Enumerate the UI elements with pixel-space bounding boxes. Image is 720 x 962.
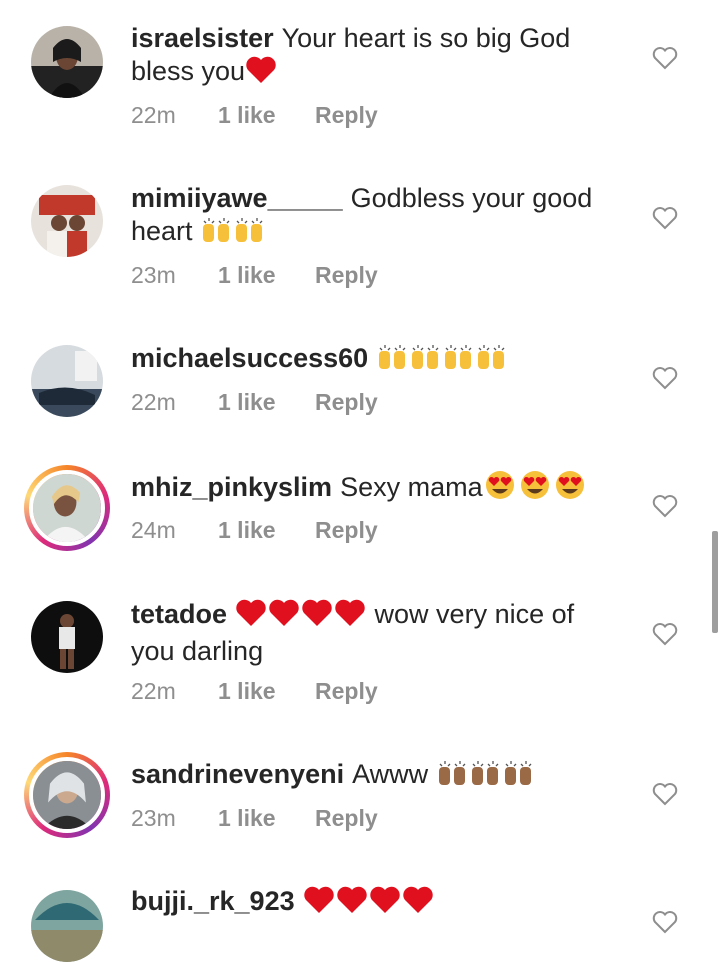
comment-likes[interactable]: 1 like [218,102,315,129]
comment-text: bujji._rk_923 [131,885,611,922]
avatar[interactable] [31,890,103,962]
comment-meta: 23m 1 like Reply [131,805,378,832]
avatar[interactable] [31,26,103,98]
comment-likes[interactable]: 1 like [218,805,315,832]
raising-hands-icon [409,343,441,379]
comment-text: mimiiyawe_____ Godbless your good heart [131,182,611,252]
red-heart-icon [369,886,401,922]
comment-time: 23m [131,262,176,288]
like-heart-icon[interactable] [652,206,678,230]
comment-meta: 22m 1 like Reply [131,102,378,129]
avatar [29,470,105,546]
red-heart-icon [402,886,434,922]
like-heart-icon[interactable] [652,782,678,806]
reply-button[interactable]: Reply [315,517,378,544]
raising-hands-brown-icon [469,759,501,795]
like-heart-icon[interactable] [652,494,678,518]
raising-hands-icon [200,216,232,252]
raising-hands-icon [475,343,507,379]
comment-text: michaelsuccess60 [131,342,611,379]
avatar[interactable] [31,185,103,257]
red-heart-icon [301,599,333,635]
like-heart-icon[interactable] [652,46,678,70]
reply-button[interactable]: Reply [315,262,378,289]
reply-button[interactable]: Reply [315,678,378,705]
comment-time: 22m [131,389,176,415]
reply-button[interactable]: Reply [315,805,378,832]
comment-time: 22m [131,102,176,128]
like-heart-icon[interactable] [652,622,678,646]
comment-username[interactable]: bujji._rk_923 [131,886,295,916]
red-heart-icon [303,886,335,922]
reply-button[interactable]: Reply [315,102,378,129]
comment-time: 22m [131,678,176,704]
comment-time: 23m [131,805,176,831]
comment-username[interactable]: michaelsuccess60 [131,343,368,373]
like-heart-icon[interactable] [652,366,678,390]
scrollbar[interactable] [712,531,718,633]
reply-button[interactable]: Reply [315,389,378,416]
comment-meta: 22m 1 like Reply [131,678,378,705]
comment-likes[interactable]: 1 like [218,389,315,416]
comment-text: tetadoe wow very nice of you darling [131,598,611,668]
red-heart-icon [235,599,267,635]
red-heart-icon [268,599,300,635]
comment-text: mhiz_pinkyslim Sexy mama [131,470,611,508]
comment-likes[interactable]: 1 like [218,678,315,705]
raising-hands-brown-icon [436,759,468,795]
comment-meta: 22m 1 like Reply [131,389,378,416]
red-heart-icon [336,886,368,922]
like-heart-icon[interactable] [652,910,678,934]
red-heart-icon [245,56,277,92]
heart-eyes-icon [553,470,587,508]
comment-username[interactable]: israelsister [131,23,274,53]
comment-text: sandrinevenyeni Awww [131,758,611,795]
comment-meta: 24m 1 like Reply [131,517,378,544]
comment-username[interactable]: mhiz_pinkyslim [131,472,332,502]
heart-eyes-icon [518,470,552,508]
avatar[interactable] [31,601,103,673]
story-avatar[interactable] [24,465,110,551]
comment-body: Awww [352,759,429,789]
avatar [29,757,105,833]
raising-hands-icon [376,343,408,379]
comment-username[interactable]: sandrinevenyeni [131,759,344,789]
raising-hands-icon [233,216,265,252]
comment-body: Sexy mama [340,472,483,502]
red-heart-icon [334,599,366,635]
comment-meta: 23m 1 like Reply [131,262,378,289]
comment-time: 24m [131,517,176,543]
comment-username[interactable]: mimiiyawe_____ [131,183,343,213]
heart-eyes-icon [483,470,517,508]
comment-likes[interactable]: 1 like [218,517,315,544]
comment-likes[interactable]: 1 like [218,262,315,289]
story-avatar[interactable] [24,752,110,838]
avatar[interactable] [31,345,103,417]
raising-hands-brown-icon [502,759,534,795]
comment-username[interactable]: tetadoe [131,599,227,629]
raising-hands-icon [442,343,474,379]
comment-text: israelsister Your heart is so big God ble… [131,22,611,92]
